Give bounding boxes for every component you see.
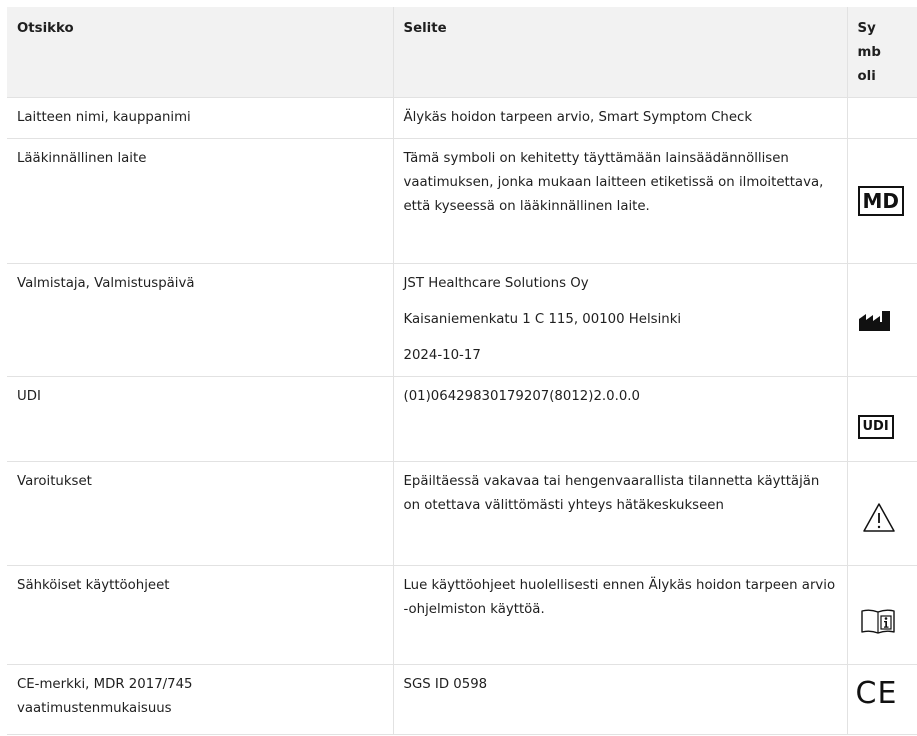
row-description: SGS ID 0598 bbox=[392, 664, 847, 735]
header-otsikko: Otsikko bbox=[7, 7, 393, 98]
table-row: Valmistaja, Valmistuspäivä JST Healthcar… bbox=[7, 263, 917, 377]
row-title: Varoitukset bbox=[7, 461, 393, 566]
description-line: SGS ID 0598 bbox=[403, 677, 488, 692]
row-description: JST Healthcare Solutions Oy Kaisaniemenk… bbox=[392, 263, 847, 377]
symbol-cell bbox=[846, 565, 917, 665]
description-line: Älykäs hoidon tarpeen arvio, Smart Sympt… bbox=[403, 110, 753, 125]
symbol-cell-empty bbox=[846, 97, 917, 139]
manufacturer-icon bbox=[858, 311, 890, 331]
row-title: Valmistaja, Valmistuspäivä bbox=[7, 263, 393, 377]
row-description: Epäiltäessä vakavaa tai hengenvaarallist… bbox=[392, 461, 847, 566]
header-selite: Selite bbox=[392, 7, 847, 98]
row-title: Sähköiset käyttöohjeet bbox=[7, 565, 393, 665]
instructions-icon bbox=[860, 609, 895, 634]
row-title: CE-merkki, MDR 2017/745 vaatimustenmukai… bbox=[7, 664, 393, 735]
description-line: (01)06429830179207(8012)2.0.0.0 bbox=[403, 389, 640, 404]
ce-mark-icon: CE bbox=[855, 676, 898, 711]
row-description: Lue käyttöohjeet huolellisesti ennen Äly… bbox=[392, 565, 847, 665]
description-line: Tämä symboli on kehitetty täyttämään lai… bbox=[403, 151, 824, 214]
symbol-cell bbox=[846, 461, 917, 566]
table-row: Laitteen nimi, kauppanimi Älykäs hoidon … bbox=[7, 97, 917, 139]
udi-icon: UDI bbox=[857, 415, 894, 439]
table-row: CE-merkki, MDR 2017/745 vaatimustenmukai… bbox=[7, 664, 917, 735]
description-line: Lue käyttöohjeet huolellisesti ennen Äly… bbox=[403, 578, 836, 617]
md-icon: MD bbox=[857, 186, 905, 216]
warning-icon bbox=[862, 503, 895, 532]
row-title: UDI bbox=[7, 376, 393, 462]
symbol-cell: UDI bbox=[846, 376, 917, 462]
header-symboli: Symboli bbox=[846, 7, 917, 98]
table-row: UDI (01)06429830179207(8012)2.0.0.0 UDI bbox=[7, 376, 917, 462]
row-description: Älykäs hoidon tarpeen arvio, Smart Sympt… bbox=[392, 97, 847, 139]
row-title: Lääkinnällinen laite bbox=[7, 138, 393, 264]
symbol-cell: MD bbox=[846, 138, 917, 264]
description-line: Kaisaniemenkatu 1 C 115, 00100 Helsinki bbox=[403, 312, 682, 327]
row-title: Laitteen nimi, kauppanimi bbox=[7, 97, 393, 139]
description-line: Epäiltäessä vakavaa tai hengenvaarallist… bbox=[403, 474, 820, 513]
table-row: Varoitukset Epäiltäessä vakavaa tai heng… bbox=[7, 461, 917, 566]
symbol-cell bbox=[846, 263, 917, 377]
description-line: JST Healthcare Solutions Oy bbox=[403, 276, 589, 291]
table-row: Sähköiset käyttöohjeet Lue käyttöohjeet … bbox=[7, 565, 917, 665]
row-description: Tämä symboli on kehitetty täyttämään lai… bbox=[392, 138, 847, 264]
description-line: 2024-10-17 bbox=[403, 348, 481, 363]
symbol-cell: CE bbox=[846, 664, 917, 735]
symbols-table: Otsikko Selite Symboli Laitteen nimi, ka… bbox=[7, 7, 917, 735]
table-row: Lääkinnällinen laite Tämä symboli on keh… bbox=[7, 138, 917, 264]
table-header-row: Otsikko Selite Symboli bbox=[7, 7, 917, 98]
row-description: (01)06429830179207(8012)2.0.0.0 bbox=[392, 376, 847, 462]
